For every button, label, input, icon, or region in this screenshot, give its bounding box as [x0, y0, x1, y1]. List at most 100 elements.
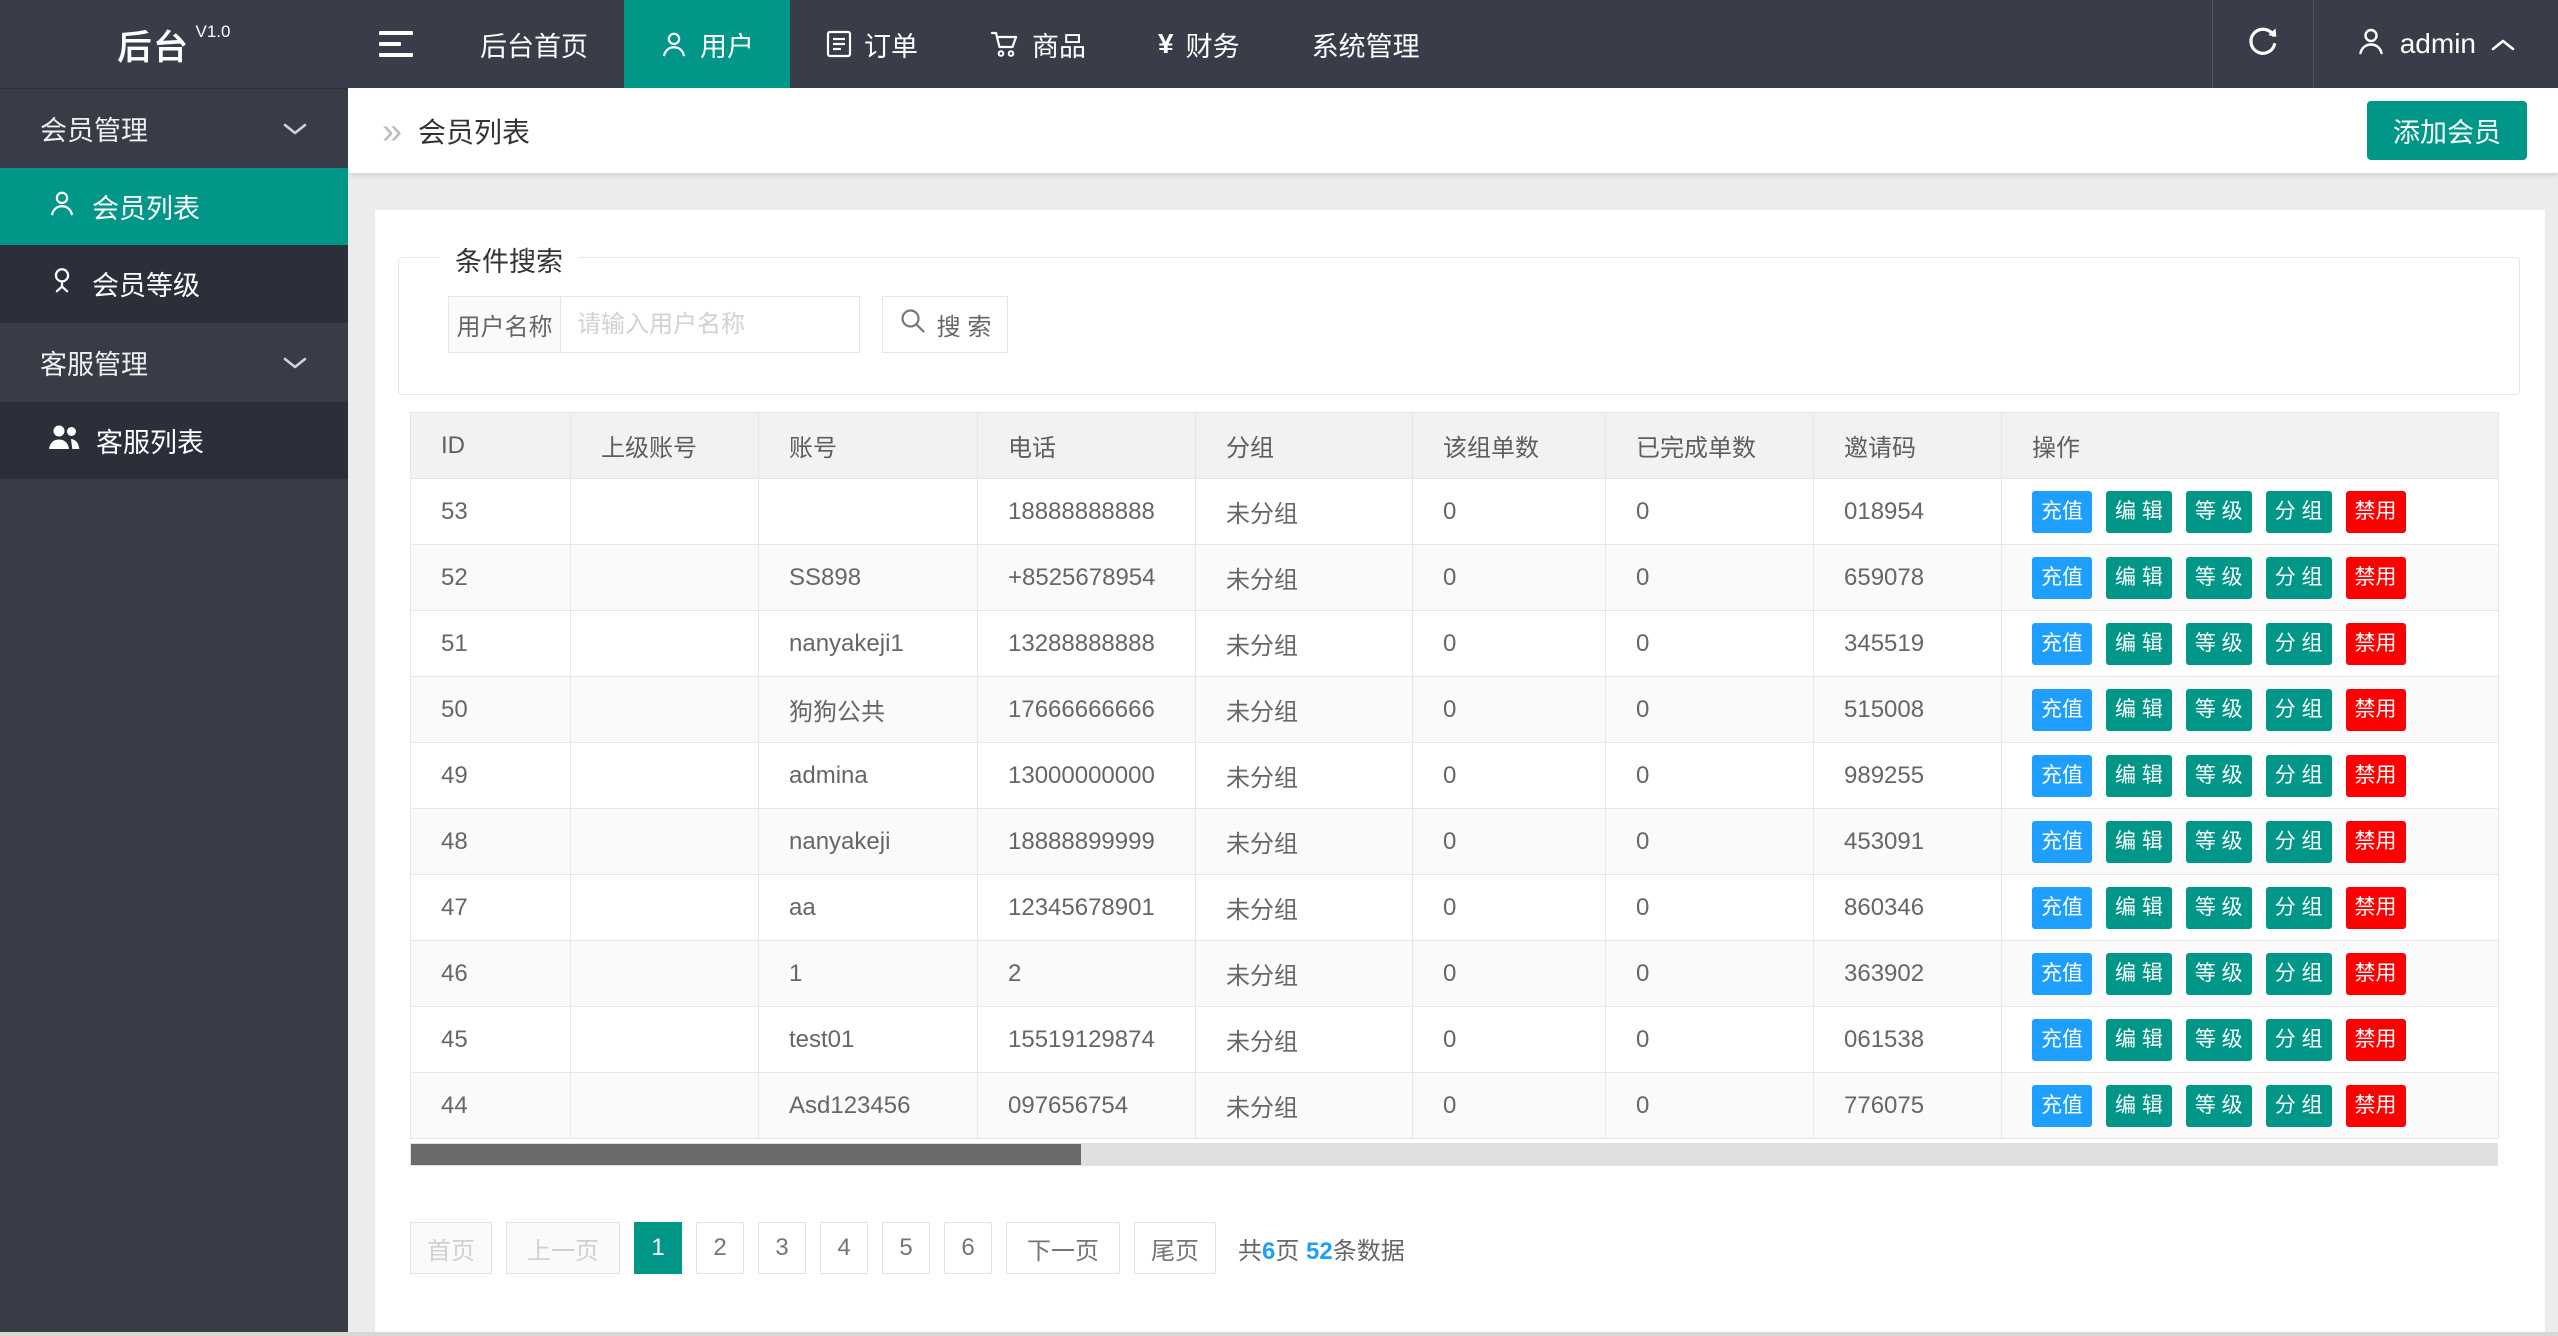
cell-group_orders: 0 — [1413, 743, 1606, 809]
app-version: V1.0 — [196, 22, 231, 42]
cell-completed_orders: 0 — [1606, 743, 1814, 809]
recharge-button[interactable]: 充值 — [2032, 623, 2092, 665]
group-button[interactable]: 分 组 — [2266, 953, 2332, 995]
top-navbar: 后台 V1.0 后台首页用户订单商品¥财务系统管理 admin — [0, 0, 2558, 88]
cell-actions: 充值编 辑等 级分 组禁用 — [2002, 677, 2499, 743]
edit-button[interactable]: 编 辑 — [2106, 821, 2172, 863]
level-button[interactable]: 等 级 — [2186, 557, 2252, 599]
recharge-button[interactable]: 充值 — [2032, 1085, 2092, 1127]
edit-button[interactable]: 编 辑 — [2106, 1019, 2172, 1061]
recharge-button[interactable]: 充值 — [2032, 953, 2092, 995]
disable-button[interactable]: 禁用 — [2346, 557, 2406, 599]
cell-group: 未分组 — [1196, 743, 1413, 809]
page-number-3[interactable]: 3 — [758, 1222, 806, 1274]
cell-account: test01 — [759, 1007, 978, 1073]
group-button[interactable]: 分 组 — [2266, 755, 2332, 797]
disable-button[interactable]: 禁用 — [2346, 953, 2406, 995]
sidebar-toggle-button[interactable] — [348, 0, 444, 88]
recharge-button[interactable]: 充值 — [2032, 491, 2092, 533]
page-number-1[interactable]: 1 — [634, 1222, 682, 1274]
page-number-4[interactable]: 4 — [820, 1222, 868, 1274]
disable-button[interactable]: 禁用 — [2346, 821, 2406, 863]
level-button[interactable]: 等 级 — [2186, 887, 2252, 929]
level-button[interactable]: 等 级 — [2186, 491, 2252, 533]
cell-actions: 充值编 辑等 级分 组禁用 — [2002, 1073, 2499, 1139]
disable-button[interactable]: 禁用 — [2346, 1019, 2406, 1061]
page-number-2[interactable]: 2 — [696, 1222, 744, 1274]
sidebar-item-会员列表[interactable]: 会员列表 — [0, 168, 348, 245]
recharge-button[interactable]: 充值 — [2032, 755, 2092, 797]
summary-part: 6 — [1262, 1238, 1275, 1265]
breadcrumb-bar: » 会员列表 添加会员 — [348, 88, 2558, 173]
group-button[interactable]: 分 组 — [2266, 557, 2332, 599]
refresh-button[interactable] — [2213, 0, 2313, 88]
group-button[interactable]: 分 组 — [2266, 689, 2332, 731]
cell-completed_orders: 0 — [1606, 1007, 1814, 1073]
disable-button[interactable]: 禁用 — [2346, 689, 2406, 731]
level-button[interactable]: 等 级 — [2186, 755, 2252, 797]
main-nav: 后台首页用户订单商品¥财务系统管理 — [444, 0, 1456, 88]
page-prev-button[interactable]: 上一页 — [506, 1222, 620, 1274]
edit-button[interactable]: 编 辑 — [2106, 887, 2172, 929]
page-number-5[interactable]: 5 — [882, 1222, 930, 1274]
user-icon — [660, 30, 688, 58]
sidebar-group-0[interactable]: 会员管理 — [0, 88, 348, 168]
cell-group: 未分组 — [1196, 1007, 1413, 1073]
disable-button[interactable]: 禁用 — [2346, 1085, 2406, 1127]
page-next-button[interactable]: 下一页 — [1006, 1222, 1120, 1274]
recharge-button[interactable]: 充值 — [2032, 557, 2092, 599]
search-fieldset: 条件搜索 用户名称 搜 索 — [398, 257, 2520, 395]
level-button[interactable]: 等 级 — [2186, 821, 2252, 863]
edit-button[interactable]: 编 辑 — [2106, 953, 2172, 995]
sidebar-group-1[interactable]: 客服管理 — [0, 322, 348, 402]
level-button[interactable]: 等 级 — [2186, 1019, 2252, 1061]
level-button[interactable]: 等 级 — [2186, 689, 2252, 731]
add-member-button[interactable]: 添加会员 — [2367, 101, 2527, 160]
disable-button[interactable]: 禁用 — [2346, 491, 2406, 533]
level-button[interactable]: 等 级 — [2186, 623, 2252, 665]
username-input[interactable] — [560, 296, 860, 353]
level-button[interactable]: 等 级 — [2186, 953, 2252, 995]
group-button[interactable]: 分 组 — [2266, 887, 2332, 929]
group-button[interactable]: 分 组 — [2266, 491, 2332, 533]
edit-button[interactable]: 编 辑 — [2106, 755, 2172, 797]
app-title: 后台 — [118, 20, 190, 69]
admin-menu[interactable]: admin — [2314, 0, 2558, 88]
recharge-button[interactable]: 充值 — [2032, 689, 2092, 731]
edit-button[interactable]: 编 辑 — [2106, 623, 2172, 665]
disable-button[interactable]: 禁用 — [2346, 755, 2406, 797]
nav-item-2[interactable]: 订单 — [790, 0, 954, 88]
column-header: 已完成单数 — [1606, 413, 1814, 479]
level-button[interactable]: 等 级 — [2186, 1085, 2252, 1127]
edit-button[interactable]: 编 辑 — [2106, 491, 2172, 533]
edit-button[interactable]: 编 辑 — [2106, 557, 2172, 599]
page-first-button[interactable]: 首页 — [410, 1222, 492, 1274]
search-button[interactable]: 搜 索 — [882, 296, 1008, 353]
cart-icon — [990, 30, 1020, 58]
recharge-button[interactable]: 充值 — [2032, 1019, 2092, 1061]
recharge-button[interactable]: 充值 — [2032, 887, 2092, 929]
group-button[interactable]: 分 组 — [2266, 1085, 2332, 1127]
sidebar-item-会员等级[interactable]: 会员等级 — [0, 245, 348, 322]
disable-button[interactable]: 禁用 — [2346, 623, 2406, 665]
disable-button[interactable]: 禁用 — [2346, 887, 2406, 929]
cell-parent — [571, 1073, 759, 1139]
scrollbar-thumb[interactable] — [411, 1144, 1081, 1165]
nav-item-0[interactable]: 后台首页 — [444, 0, 624, 88]
nav-item-3[interactable]: 商品 — [954, 0, 1122, 88]
page-last-button[interactable]: 尾页 — [1134, 1222, 1216, 1274]
cell-actions: 充值编 辑等 级分 组禁用 — [2002, 545, 2499, 611]
group-button[interactable]: 分 组 — [2266, 623, 2332, 665]
edit-button[interactable]: 编 辑 — [2106, 1085, 2172, 1127]
table-row: 51nanyakeji113288888888未分组00345519充值编 辑等… — [411, 611, 2499, 677]
nav-item-5[interactable]: 系统管理 — [1276, 0, 1456, 88]
cell-group: 未分组 — [1196, 875, 1413, 941]
recharge-button[interactable]: 充值 — [2032, 821, 2092, 863]
nav-item-4[interactable]: ¥财务 — [1122, 0, 1276, 88]
group-button[interactable]: 分 组 — [2266, 821, 2332, 863]
page-number-6[interactable]: 6 — [944, 1222, 992, 1274]
nav-item-1[interactable]: 用户 — [624, 0, 790, 88]
group-button[interactable]: 分 组 — [2266, 1019, 2332, 1061]
edit-button[interactable]: 编 辑 — [2106, 689, 2172, 731]
sidebar-item-客服列表[interactable]: 客服列表 — [0, 402, 348, 479]
